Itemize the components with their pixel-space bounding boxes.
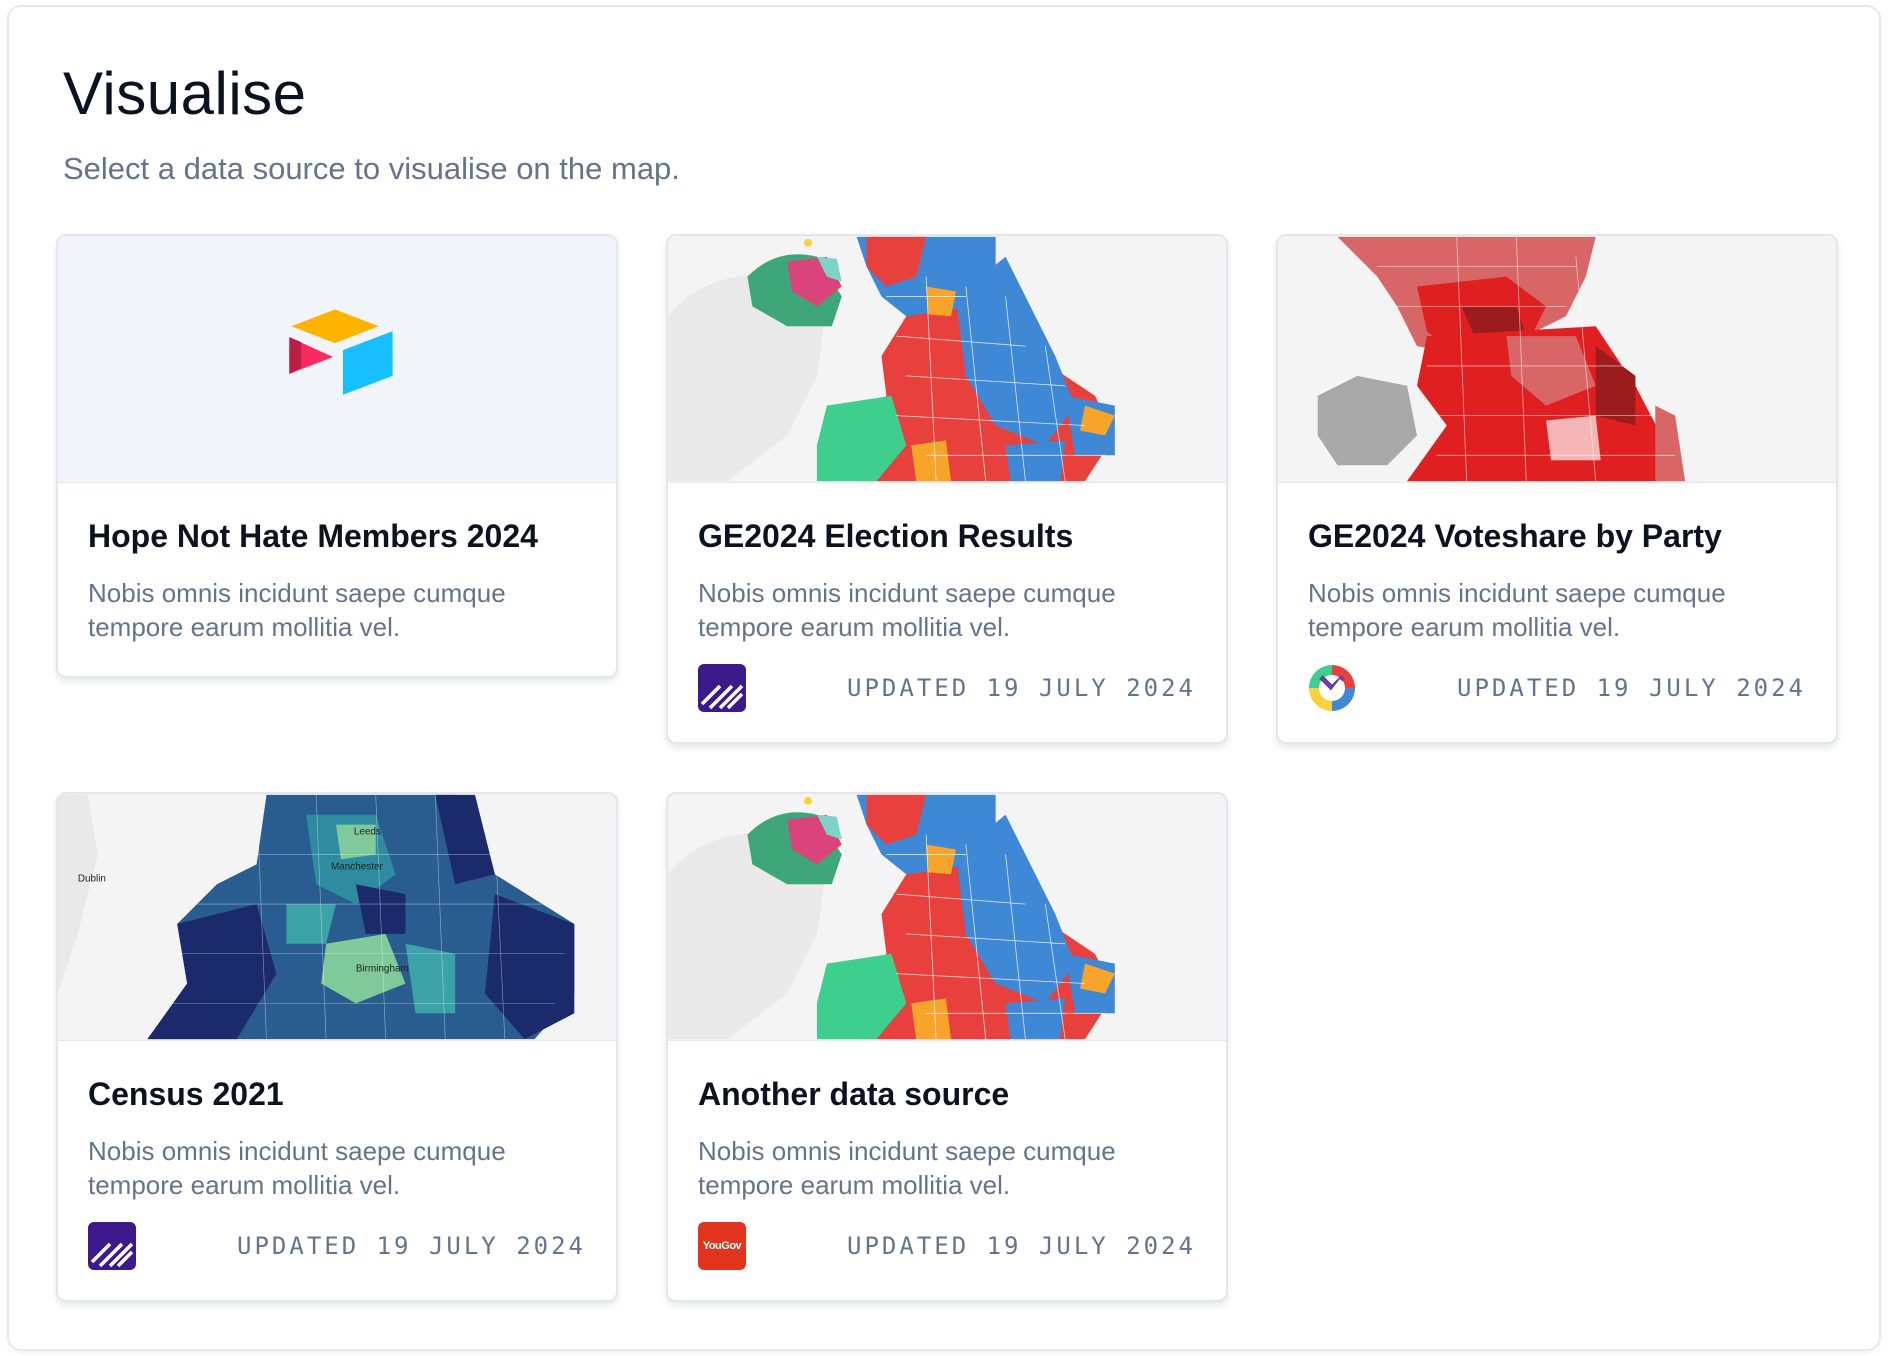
card-description: Nobis omnis incidunt saepe cumque tempor… [1308,578,1726,642]
yougov-logo-text: YouGov [702,1240,742,1252]
page-subtitle: Select a data source to visualise on the… [63,151,680,186]
census-map: Dublin Leeds Manchester Birmingham [58,794,616,1040]
voteshare-map [1278,236,1836,482]
card-title: GE2024 Voteshare by Party [1308,518,1722,554]
data-source-card-ge2024-voteshare[interactable]: GE2024 Voteshare by Party Nobis omnis in… [1276,234,1838,744]
stripes-logo-icon [88,1222,136,1270]
multicolor-ring-logo-icon [1308,664,1356,712]
card-description: Nobis omnis incidunt saepe cumque tempor… [88,578,506,642]
card-description: Nobis omnis incidunt saepe cumque tempor… [698,578,1116,642]
card-description: Nobis omnis incidunt saepe cumque tempor… [88,1136,506,1200]
card-title: Hope Not Hate Members 2024 [88,518,538,554]
data-source-card-ge2024-election-results[interactable]: GE2024 Election Results Nobis omnis inci… [666,234,1228,744]
card-title: GE2024 Election Results [698,518,1074,554]
election-results-map [668,794,1226,1040]
card-description: Nobis omnis incidunt saepe cumque tempor… [698,1136,1116,1200]
map-label-birmingham: Birmingham [356,964,409,975]
page-title: Visualise [63,60,307,127]
updated-date: UPDATED 19 JULY 2024 [1457,674,1806,702]
updated-date: UPDATED 19 JULY 2024 [237,1232,586,1260]
map-label-leeds: Leeds [354,827,381,838]
visualise-panel: Visualise Select a data source to visual… [7,5,1881,1351]
data-source-card-hope-not-hate[interactable]: Hope Not Hate Members 2024 Nobis omnis i… [56,234,618,678]
updated-date: UPDATED 19 JULY 2024 [847,1232,1196,1260]
card-map-image [668,236,1226,483]
data-source-card-another[interactable]: Another data source Nobis omnis incidunt… [666,792,1228,1302]
card-title: Another data source [698,1076,1010,1112]
card-title: Census 2021 [88,1076,284,1112]
stripes-logo-icon [698,664,746,712]
election-results-map [668,236,1226,482]
airtable-logo-icon [289,309,393,395]
card-image [58,236,616,483]
map-label-manchester: Manchester [331,861,383,872]
map-label-dublin: Dublin [78,873,106,884]
yougov-logo-icon: YouGov [698,1222,746,1270]
card-map-image [1278,236,1836,483]
updated-date: UPDATED 19 JULY 2024 [847,674,1196,702]
data-source-card-census-2021[interactable]: Dublin Leeds Manchester Birmingham Censu… [56,792,618,1302]
card-map-image [668,794,1226,1041]
card-map-image: Dublin Leeds Manchester Birmingham [58,794,616,1041]
